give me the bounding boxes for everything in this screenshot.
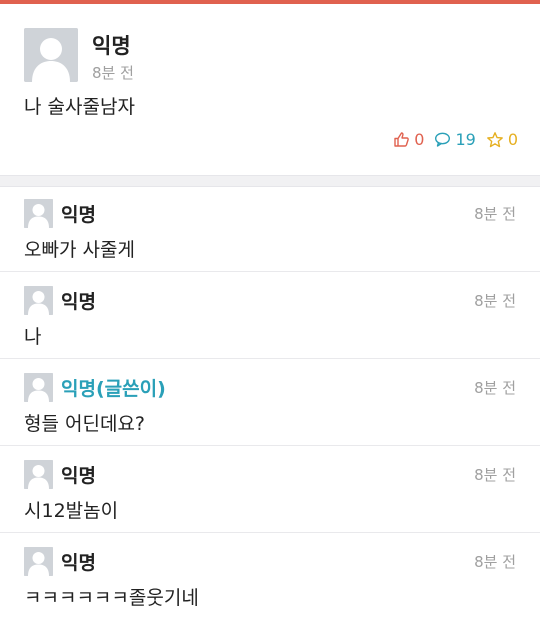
default-profile-icon (24, 460, 53, 489)
comment-body: 형들 어딘데요? (24, 413, 146, 435)
avatar (24, 286, 53, 315)
comment-time: 8분 전 (474, 292, 516, 310)
comment-item: 익명 8분 전 오빠가 사줄게 (0, 185, 540, 272)
post-time: 8분 전 (92, 64, 134, 82)
comment-time: 8분 전 (474, 379, 516, 397)
like-button[interactable]: 0 (393, 130, 424, 149)
default-profile-icon (24, 373, 53, 402)
comment-item: 익명 8분 전 ㅋㅋㅋㅋㅋㅋ졸웃기네 (0, 533, 540, 619)
post-body: 나 술사줄남자 (24, 96, 135, 118)
comment-body: 시12발놈이 (24, 500, 119, 522)
comment-author: 익명 (61, 291, 96, 313)
post-stats: 0 19 0 (383, 130, 518, 149)
comment-author: 익명 (61, 204, 96, 226)
comment-body: ㅋㅋㅋㅋㅋㅋ졸웃기네 (24, 587, 199, 609)
comment-list: 익명 8분 전 오빠가 사줄게 익명 8분 전 나 익명(글쓴이) 8분 전 형… (0, 185, 540, 619)
avatar (24, 199, 53, 228)
comment-time: 8분 전 (474, 553, 516, 571)
comment-time: 8분 전 (474, 205, 516, 223)
comment-body: 오빠가 사줄게 (24, 239, 135, 261)
post: 익명 8분 전 나 술사줄남자 0 19 0 (0, 4, 540, 174)
thumbs-up-icon (394, 132, 410, 147)
comment-author-op: 익명(글쓴이) (61, 378, 166, 400)
comment-body: 나 (24, 326, 42, 348)
like-count: 0 (414, 130, 425, 149)
post-author: 익명 (92, 34, 131, 58)
default-profile-icon (24, 547, 53, 576)
avatar (24, 28, 78, 82)
comment-author: 익명 (61, 465, 96, 487)
default-profile-icon (24, 199, 53, 228)
avatar (24, 460, 53, 489)
comment-count-button[interactable]: 19 (434, 130, 476, 149)
default-profile-icon (24, 286, 53, 315)
comment-author: 익명 (61, 552, 96, 574)
comment-item: 익명(글쓴이) 8분 전 형들 어딘데요? (0, 359, 540, 446)
comment-time: 8분 전 (474, 466, 516, 484)
scrap-button[interactable]: 0 (486, 130, 518, 149)
star-icon (486, 131, 503, 147)
avatar (24, 373, 53, 402)
comment-count: 19 (455, 130, 476, 149)
scrap-count: 0 (507, 130, 518, 149)
avatar (24, 547, 53, 576)
default-profile-icon (24, 28, 78, 82)
comment-item: 익명 8분 전 시12발놈이 (0, 446, 540, 533)
comment-item: 익명 8분 전 나 (0, 272, 540, 359)
speech-bubble-icon (435, 132, 451, 147)
